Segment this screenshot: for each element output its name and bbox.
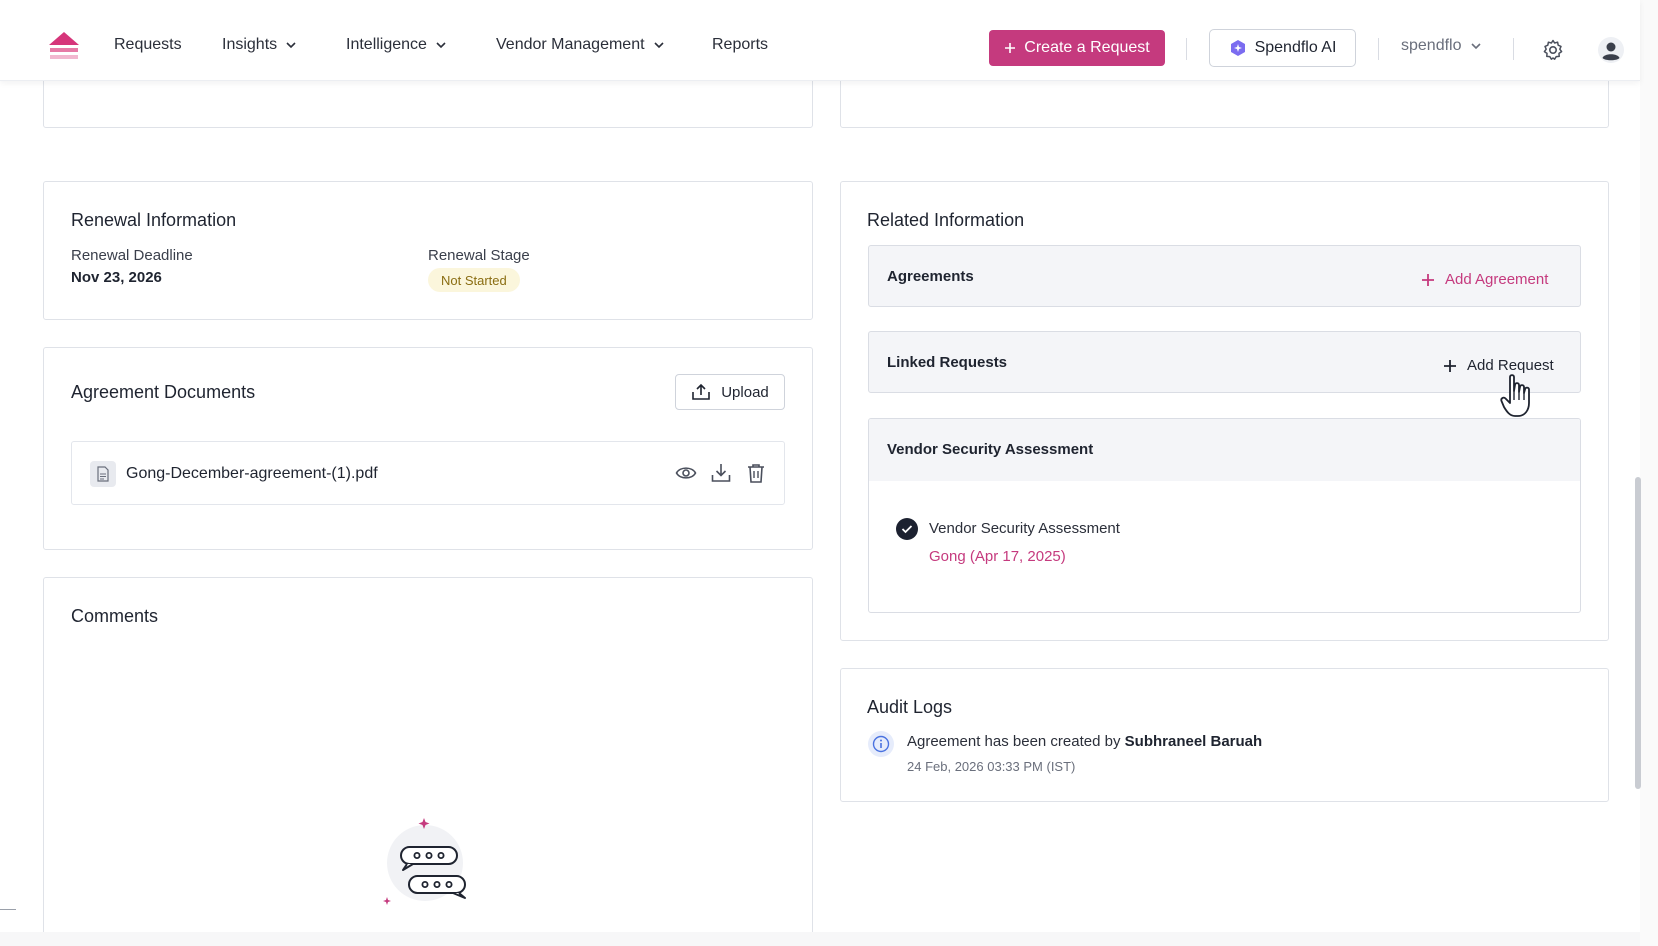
chevron-down-icon [1470,43,1481,50]
top-navbar: Requests Insights Intelligence Vendor Ma… [0,0,1640,81]
audit-entry-time: 24 Feb, 2026 03:33 PM (IST) [907,759,1076,774]
create-request-button[interactable]: Create a Request [989,30,1165,66]
upload-button[interactable]: Upload [675,374,785,410]
vsa-item-link[interactable]: Gong (Apr 17, 2025) [929,548,1066,565]
related-information-title: Related Information [867,210,1025,230]
org-selector[interactable]: spendflo [1401,37,1482,55]
document-row[interactable]: Gong-December-agreement-(1).pdf [71,441,785,505]
audit-logs-title: Audit Logs [867,697,953,717]
ai-sparkle-icon [1230,40,1245,56]
nav-reports-label: Reports [712,36,769,53]
scrollbar-track[interactable] [1640,0,1658,946]
nav-insights-label: Insights [222,36,278,53]
spendflo-ai-button[interactable]: Spendflo AI [1209,29,1356,67]
add-agreement-button[interactable]: Add Agreement [1421,271,1548,288]
add-request-button[interactable]: Add Request [1443,357,1554,374]
vsa-panel-title: Vendor Security Assessment [887,441,1094,458]
renewal-deadline-label: Renewal Deadline [71,247,193,264]
scrollbar-thumb[interactable] [1635,477,1641,789]
audit-entry: Agreement has been created by Subhraneel… [907,733,1262,750]
nav-intelligence[interactable]: Intelligence [346,36,447,54]
add-agreement-label: Add Agreement [1445,271,1549,288]
nav-requests[interactable]: Requests [114,36,182,54]
chevron-down-icon [286,42,296,49]
chevron-down-icon [653,42,664,49]
file-icon [90,461,116,487]
plus-icon [1444,359,1456,372]
empty-comments-illustration-icon [383,818,466,905]
org-selector-label: spendflo [1401,37,1462,54]
divider [1378,38,1379,60]
bottom-strip [0,932,1640,946]
linked-requests-panel: Linked Requests Add Request [868,331,1581,393]
user-avatar-icon[interactable] [1597,36,1625,64]
agreements-panel: Agreements Add Agreement [868,245,1581,307]
left-edge-tick [0,909,16,910]
nav-vendor-management-label: Vendor Management [496,36,645,53]
nav-insights[interactable]: Insights [222,36,297,54]
nav-reports[interactable]: Reports [712,36,768,54]
trash-icon[interactable] [745,462,767,484]
nav-requests-label: Requests [114,36,182,53]
document-file-name[interactable]: Gong-December-agreement-(1).pdf [126,465,378,483]
gear-icon[interactable] [1541,38,1565,62]
renewal-stage-label: Renewal Stage [428,247,530,264]
divider [1513,38,1514,60]
eye-icon[interactable] [675,462,697,484]
renewal-deadline-value: Nov 23, 2026 [71,269,162,286]
vendor-security-assessment-panel: Vendor Security Assessment Vendor Securi… [868,418,1581,613]
vsa-panel-header: Vendor Security Assessment [869,419,1580,481]
audit-entry-user: Subhraneel Baruah [1124,733,1263,750]
upload-icon [692,383,711,400]
chevron-down-icon [436,42,446,49]
agreements-title: Agreements [887,268,974,285]
spendflo-ai-label: Spendflo AI [1254,39,1337,56]
audit-entry-text: Agreement has been created by [907,733,1121,750]
renewal-information-title: Renewal Information [71,210,237,230]
download-icon[interactable] [710,462,732,484]
vsa-item-title: Vendor Security Assessment [929,520,1120,537]
comments-title: Comments [71,606,159,626]
agreement-documents-title: Agreement Documents [71,382,256,402]
linked-requests-title: Linked Requests [887,354,1008,371]
divider [1186,38,1187,60]
create-request-label: Create a Request [1024,39,1150,56]
nav-intelligence-label: Intelligence [346,36,427,53]
add-request-label: Add Request [1467,357,1554,374]
plus-icon [1005,43,1016,53]
nav-vendor-management[interactable]: Vendor Management [496,36,665,54]
renewal-stage-badge: Not Started [428,268,520,292]
upload-label: Upload [721,383,769,401]
plus-icon [1422,273,1434,286]
info-icon [868,731,894,757]
spendflo-logo[interactable] [46,30,82,64]
check-circle-icon [896,518,918,540]
